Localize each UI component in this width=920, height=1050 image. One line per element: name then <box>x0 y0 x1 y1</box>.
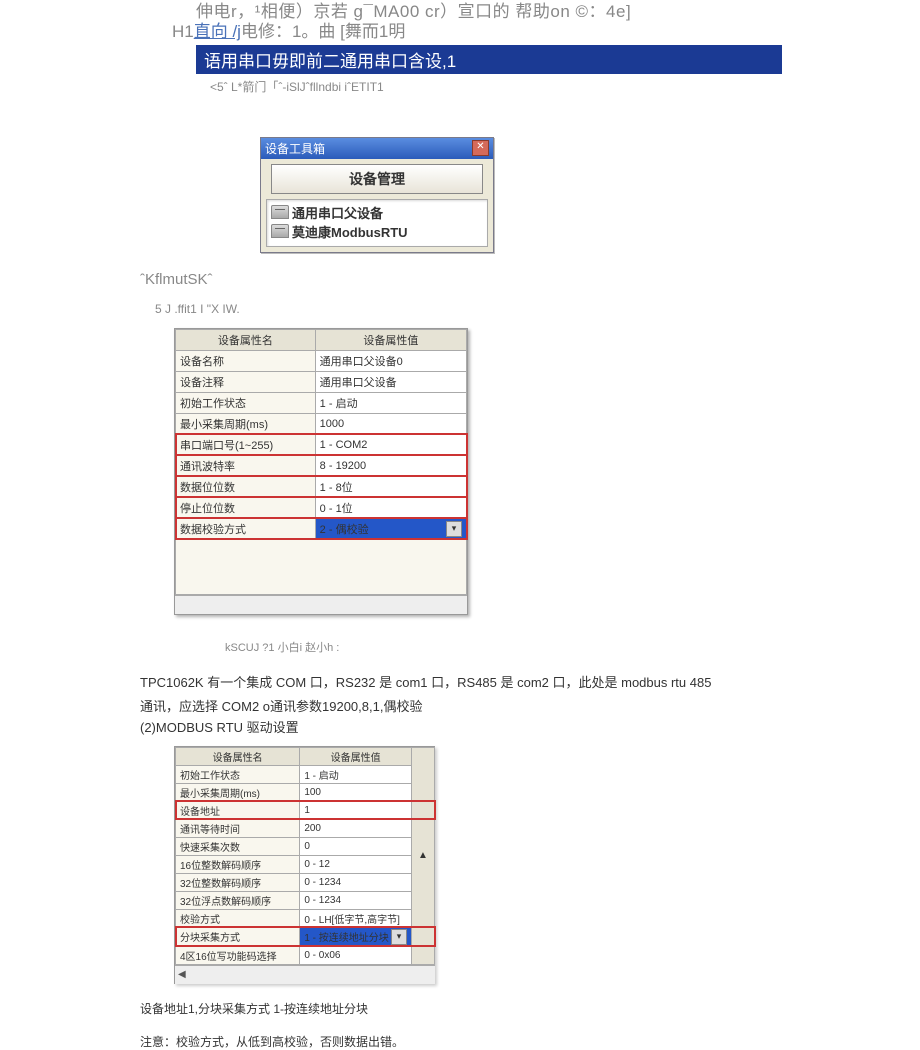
selected-cell[interactable]: 1 - 按连续地址分块▾ <box>300 927 412 946</box>
device-icon <box>271 224 289 238</box>
col-header-name: 设备属性名 <box>176 329 316 350</box>
list-item[interactable]: 莫迪康ModbusRTU <box>271 222 483 241</box>
property-table-1: 设备属性名 设备属性值 设备名称通用串口父设备0 设备注释通用串口父设备 初始工… <box>174 328 468 615</box>
col-header-name: 设备属性名 <box>176 747 300 765</box>
scrollbar[interactable]: ▲ <box>412 747 435 964</box>
toolbox-title: 设备工具箱 <box>265 140 325 157</box>
sub-note: <5ˆ L*箭门「ˆ-iSlJˆfllndbi iˆETIT1 <box>210 78 920 95</box>
body-text-2: 通讯，应选择 COM2 o通讯参数19200,8,1,偶校验 <box>140 696 760 715</box>
col-header-value: 设备属性值 <box>315 329 466 350</box>
body-text-1: TPC1062K 有一个集成 COM 口，RS232 是 com1 口，RS48… <box>140 673 760 694</box>
section-title-2: (2)MODBUS RTU 驱动设置 <box>140 717 920 736</box>
fragment-text-2: 5 J .ffit1 I "X IW. <box>155 302 920 316</box>
note-1: 设备地址1,分块采集方式 1-按连续地址分块 <box>140 1000 920 1017</box>
toolbox-titlebar[interactable]: 设备工具箱 ✕ <box>261 138 493 159</box>
header-line-2: H1直向 /j电修：1。曲 [舞而1明 <box>172 22 920 42</box>
device-icon <box>271 205 289 219</box>
chevron-down-icon[interactable]: ▾ <box>446 521 462 537</box>
note-2: 注意：校验方式，从低到高校验，否则数据出错。 <box>140 1033 920 1050</box>
selected-cell[interactable]: 2 - 偶校验▾ <box>315 518 466 539</box>
fragment-text-1: ˆKflmutSKˆ <box>140 271 920 288</box>
col-header-value: 设备属性值 <box>300 747 412 765</box>
header-line-1: 伸电r，¹相便）京若 g¯MA00 cr）宣口的 帮助on ©：4e] <box>196 2 920 22</box>
caption-1: kSCUJ ?1 小白i 赵小h : <box>225 639 920 655</box>
close-icon[interactable]: ✕ <box>472 140 489 156</box>
header-link[interactable]: 直向 /j <box>194 22 241 41</box>
device-manage-button[interactable]: 设备管理 <box>271 164 483 194</box>
device-toolbox-window: 设备工具箱 ✕ 设备管理 通用串口父设备 莫迪康ModbusRTU <box>260 137 494 253</box>
device-list: 通用串口父设备 莫迪康ModbusRTU <box>266 199 488 247</box>
list-item[interactable]: 通用串口父设备 <box>271 203 483 222</box>
chevron-down-icon[interactable]: ▾ <box>391 929 407 945</box>
blue-banner: 语用串口毋即前二通用串口含设,1 <box>196 45 782 74</box>
